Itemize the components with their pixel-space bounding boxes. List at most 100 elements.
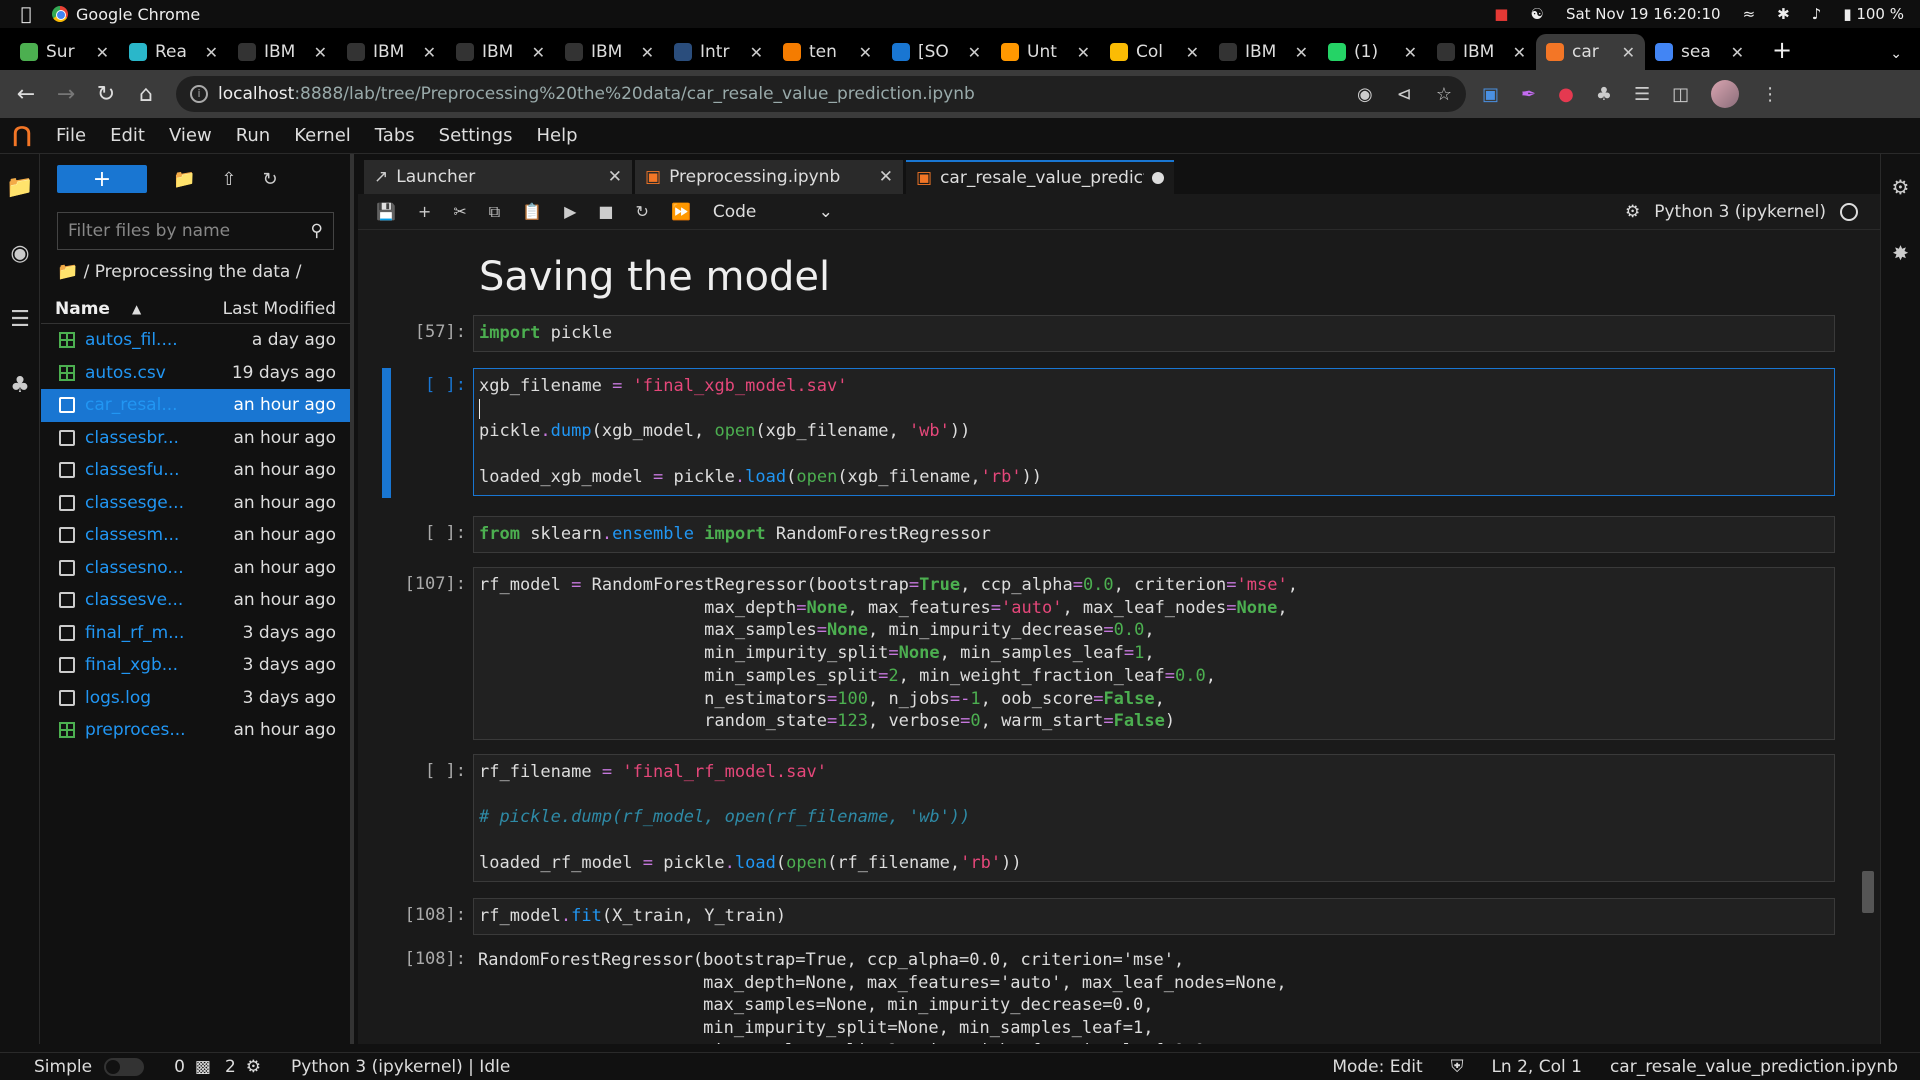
cell-type-select[interactable]: Code ⌄	[713, 202, 833, 222]
name-column-header[interactable]: Name	[55, 299, 110, 319]
unsaved-dot-icon[interactable]	[1152, 172, 1164, 184]
browser-tab[interactable]: (1) ✕	[1318, 34, 1427, 70]
browser-tab[interactable]: IBM ✕	[555, 34, 664, 70]
file-row[interactable]: final_xgb... 3 days ago	[41, 649, 350, 682]
cast-extension-icon[interactable]: ●	[1558, 84, 1574, 105]
tab-close-icon[interactable]: ✕	[314, 43, 327, 62]
bluetooth-icon[interactable]: ✱	[1777, 5, 1790, 23]
cell-input[interactable]: rf_model = RandomForestRegressor(bootstr…	[473, 567, 1835, 740]
file-row[interactable]: classesge... an hour ago	[41, 487, 350, 520]
menu-settings[interactable]: Settings	[427, 125, 525, 146]
tab-close-icon[interactable]: ✕	[641, 43, 654, 62]
file-filter-input[interactable]: Filter files by name ⚲	[57, 212, 334, 250]
copy-icon[interactable]: ⧉	[489, 202, 500, 222]
screen-record-icon[interactable]: ■	[1494, 5, 1508, 23]
shield-icon[interactable]: ⛨	[1451, 1057, 1464, 1077]
apple-icon[interactable]: 	[0, 4, 52, 25]
terminal-icon[interactable]: ▩	[195, 1057, 211, 1077]
document-tab[interactable]: ▣ Preprocessing.ipynb ✕	[635, 160, 903, 194]
tab-close-icon[interactable]: ✕	[205, 43, 218, 62]
scrollbar-thumb[interactable]	[1862, 871, 1874, 913]
puzzle-icon[interactable]: ♣	[1596, 84, 1612, 105]
cell-input[interactable]: import pickle	[473, 315, 1835, 352]
new-folder-icon[interactable]: 📁	[173, 169, 195, 190]
tab-search-icon[interactable]: ⌄	[1890, 46, 1902, 62]
file-row[interactable]: preproces... an hour ago	[41, 714, 350, 747]
browser-tab[interactable]: Sur ✕	[10, 34, 119, 70]
markdown-heading[interactable]: Saving the model	[479, 254, 830, 300]
volume-icon[interactable]: ♪	[1812, 5, 1822, 23]
menu-file[interactable]: File	[44, 125, 98, 146]
tab-close-icon[interactable]: ✕	[859, 43, 872, 62]
bookmark-star-icon[interactable]: ☆	[1436, 84, 1452, 105]
tab-close-icon[interactable]: ✕	[423, 43, 436, 62]
toc-icon[interactable]: ☰	[0, 286, 40, 352]
file-row[interactable]: car_resal... an hour ago	[41, 389, 350, 422]
cursor-position[interactable]: Ln 2, Col 1	[1491, 1057, 1582, 1077]
cell-input[interactable]: from sklearn.ensemble import RandomFores…	[473, 516, 1835, 553]
browser-tab[interactable]: Unt ✕	[991, 34, 1100, 70]
profile-avatar[interactable]	[1711, 80, 1740, 108]
tab-close-icon[interactable]: ✕	[96, 43, 109, 62]
browser-tab[interactable]: [SO ✕	[882, 34, 991, 70]
menu-kernel[interactable]: Kernel	[282, 125, 363, 146]
notebook-scrollbar[interactable]	[1860, 226, 1876, 1046]
cell-input[interactable]: rf_filename = 'final_rf_model.sav' # pic…	[473, 754, 1835, 882]
menu-tabs[interactable]: Tabs	[363, 125, 427, 146]
debugger-panel-icon[interactable]: ✸	[1881, 220, 1920, 286]
menu-run[interactable]: Run	[224, 125, 283, 146]
document-tab[interactable]: ↗ Launcher ✕	[364, 160, 632, 194]
tab-close-icon[interactable]: ✕	[750, 43, 763, 62]
file-row[interactable]: logs.log 3 days ago	[41, 682, 350, 715]
browser-tab[interactable]: IBM ✕	[228, 34, 337, 70]
browser-tab[interactable]: IBM ✕	[1209, 34, 1318, 70]
tab-close-icon[interactable]: ✕	[1077, 43, 1090, 62]
new-tab-button[interactable]: +	[1754, 36, 1810, 70]
menu-view[interactable]: View	[157, 125, 224, 146]
paste-icon[interactable]: 📋	[522, 202, 542, 221]
eye-off-icon[interactable]: ◉	[1357, 84, 1373, 105]
accessibility-icon[interactable]: ☯	[1530, 5, 1543, 23]
tab-close-icon[interactable]: ✕	[1404, 43, 1417, 62]
file-row[interactable]: autos_fil.... a day ago	[41, 324, 350, 357]
file-row[interactable]: classesno... an hour ago	[41, 552, 350, 585]
datetime[interactable]: Sat Nov 19 16:20:10	[1566, 5, 1721, 23]
restart-icon[interactable]: ↻	[636, 202, 649, 221]
close-icon[interactable]: ✕	[879, 167, 893, 187]
share-icon[interactable]: ⊲	[1397, 84, 1412, 105]
tab-close-icon[interactable]: ✕	[1513, 43, 1526, 62]
folder-icon[interactable]: 📁	[0, 154, 40, 220]
kernel-name[interactable]: Python 3 (ipykernel)	[1654, 202, 1826, 222]
file-row[interactable]: autos.csv 19 days ago	[41, 357, 350, 390]
debugger-icon[interactable]: ⚙	[1625, 202, 1640, 222]
browser-tab[interactable]: IBM ✕	[337, 34, 446, 70]
browser-tab[interactable]: IBM ✕	[1427, 34, 1536, 70]
pen-extension-icon[interactable]: ✒	[1521, 84, 1536, 105]
browser-tab[interactable]: car ✕	[1536, 34, 1645, 70]
upload-icon[interactable]: ⇧	[221, 169, 236, 190]
tab-close-icon[interactable]: ✕	[1731, 43, 1744, 62]
address-bar[interactable]: i localhost :8888/lab/tree/Preprocessing…	[176, 76, 1466, 112]
save-icon[interactable]: 💾	[376, 202, 396, 221]
browser-tab[interactable]: IBM ✕	[446, 34, 555, 70]
kernel-status[interactable]: Python 3 (ipykernel) | Idle	[291, 1057, 510, 1077]
new-launcher-button[interactable]: +	[57, 165, 147, 193]
extensions-icon[interactable]: ♣	[0, 352, 40, 418]
cell-input[interactable]: rf_model.fit(X_train, Y_train)	[473, 898, 1835, 935]
browser-tab[interactable]: Col ✕	[1100, 34, 1209, 70]
menu-edit[interactable]: Edit	[98, 125, 157, 146]
modified-column-header[interactable]: Last Modified	[223, 299, 336, 319]
tab-close-icon[interactable]: ✕	[1295, 43, 1308, 62]
kernel-count[interactable]: 2	[225, 1057, 236, 1077]
reload-icon[interactable]: ↻	[86, 82, 126, 107]
cell-input[interactable]: xgb_filename = 'final_xgb_model.sav' pic…	[473, 368, 1835, 496]
sidepanel-icon[interactable]: ◫	[1672, 84, 1689, 105]
home-icon[interactable]: ⌂	[126, 82, 166, 107]
tab-close-icon[interactable]: ✕	[1186, 43, 1199, 62]
notebook-panel[interactable]: Saving the model [57]: import pickle [ ]…	[358, 234, 1864, 1044]
back-icon[interactable]: ←	[6, 82, 46, 107]
menu-help[interactable]: Help	[524, 125, 589, 146]
close-icon[interactable]: ✕	[608, 167, 622, 187]
forward-icon[interactable]: →	[46, 82, 86, 107]
tab-close-icon[interactable]: ✕	[968, 43, 981, 62]
